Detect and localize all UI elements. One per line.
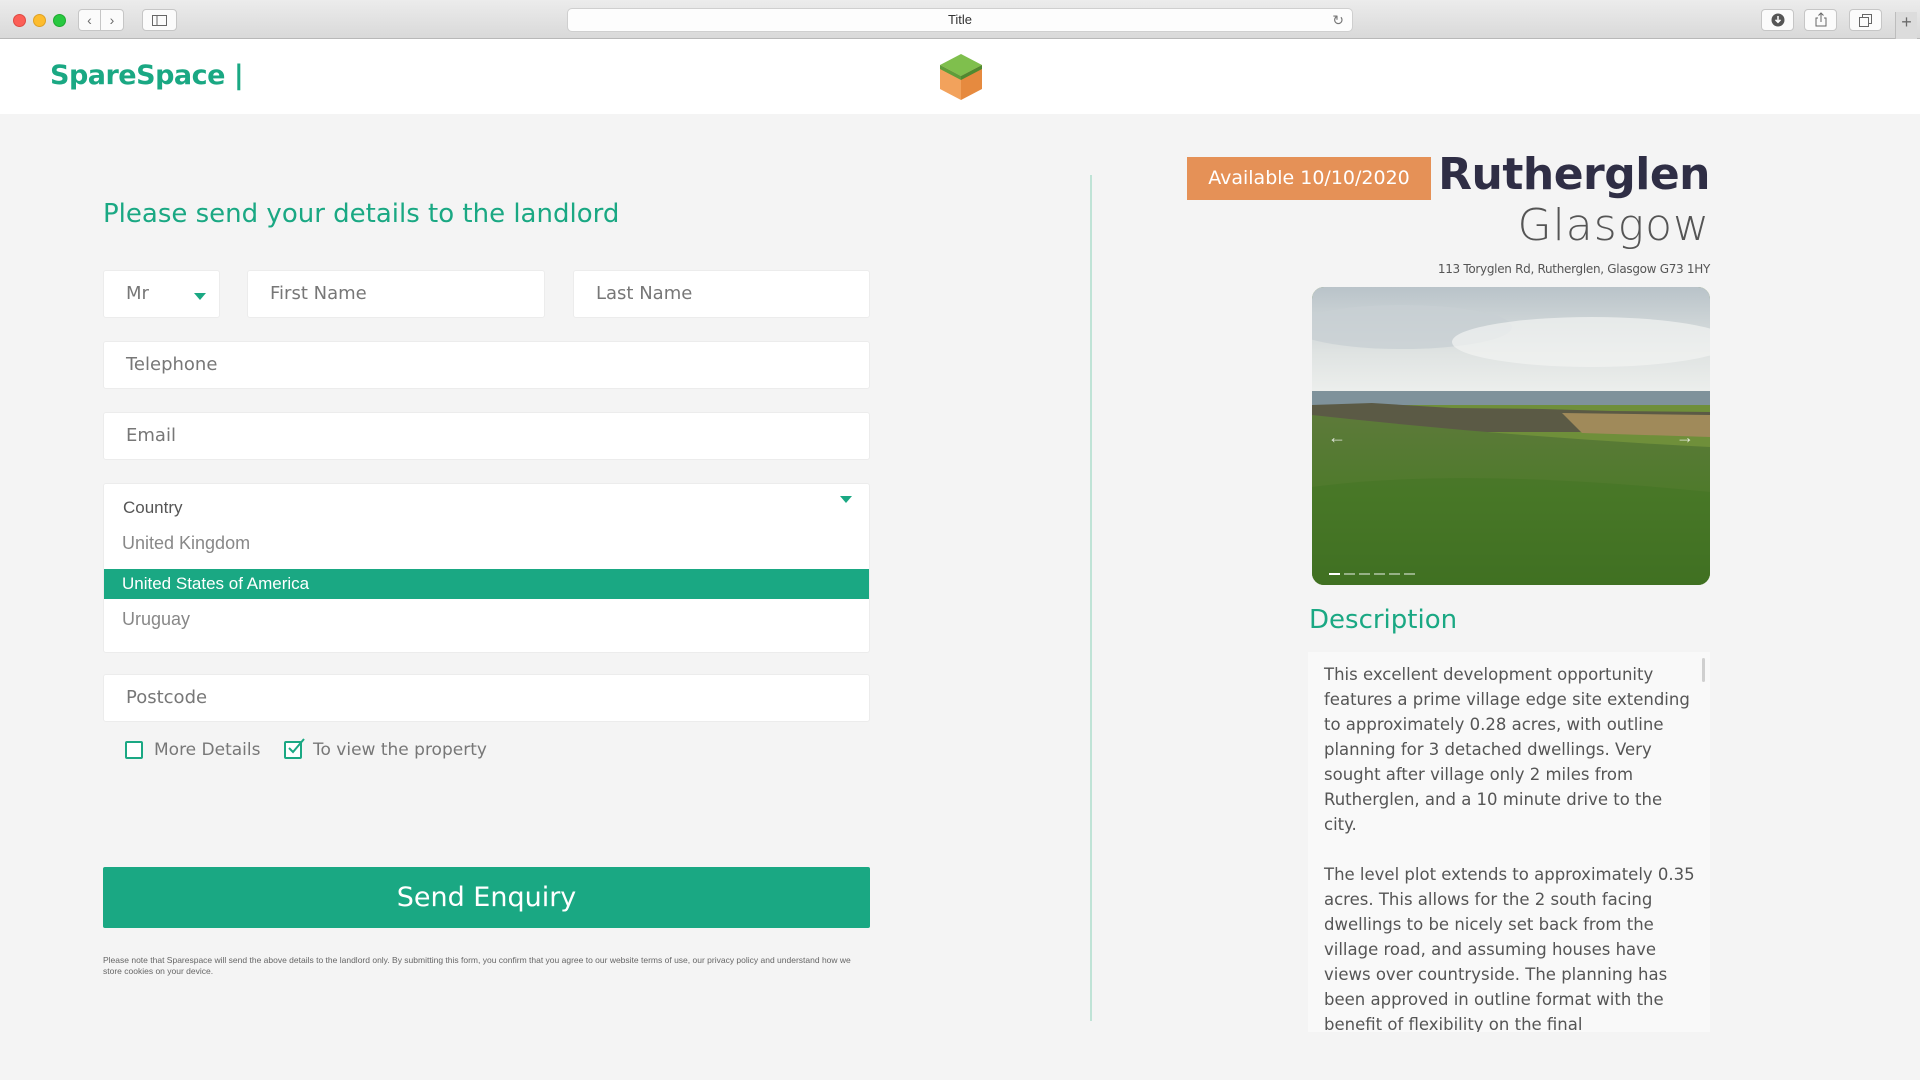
last-name-input[interactable]: Last Name (573, 270, 870, 318)
carousel-indicators (1329, 573, 1415, 575)
plus-icon: + (1901, 12, 1912, 32)
view-property-label: To view the property (313, 740, 487, 760)
country-label: Country (123, 498, 183, 517)
close-window-button[interactable] (13, 14, 26, 27)
description-paragraph: The level plot extends to approximately … (1324, 865, 1695, 1032)
carousel-next-icon[interactable]: → (1676, 427, 1694, 448)
more-details-checkbox[interactable]: More Details (125, 740, 260, 760)
minimize-window-button[interactable] (33, 14, 46, 27)
carousel-indicator[interactable] (1374, 573, 1385, 575)
caret-down-icon[interactable] (840, 496, 852, 503)
forward-button[interactable]: › (101, 9, 124, 31)
carousel-indicator[interactable] (1404, 573, 1415, 575)
country-option-selected[interactable]: United States of America (104, 569, 869, 599)
sidebar-icon (152, 15, 167, 26)
address-bar[interactable]: Title ↻ (567, 8, 1353, 32)
postcode-input[interactable]: Postcode (103, 674, 870, 722)
description-heading: Description (1309, 605, 1458, 635)
property-photo-carousel[interactable]: ← → (1312, 287, 1710, 585)
property-city: Glasgow (1517, 200, 1710, 251)
back-button[interactable]: ‹ (78, 9, 101, 31)
send-enquiry-button[interactable]: Send Enquiry (103, 867, 870, 928)
title-select-value: Mr (126, 283, 149, 304)
postcode-placeholder: Postcode (126, 687, 208, 708)
checkbox-unchecked[interactable] (125, 741, 143, 759)
property-name: Rutherglen (1438, 149, 1710, 200)
brand-logo[interactable]: SpareSpace | (50, 60, 244, 91)
description-scrollbar[interactable] (1702, 658, 1705, 682)
zoom-window-button[interactable] (53, 14, 66, 27)
caret-down-icon (194, 293, 206, 300)
carousel-indicator[interactable] (1389, 573, 1400, 575)
new-tab-button[interactable]: + (1895, 12, 1917, 39)
tabs-icon (1859, 14, 1872, 27)
browser-toolbar: ‹ › Title ↻ + (0, 0, 1920, 39)
download-icon (1771, 13, 1784, 27)
telephone-placeholder: Telephone (126, 354, 218, 375)
share-button[interactable] (1804, 9, 1837, 31)
form-heading: Please send your details to the landlord (103, 199, 620, 229)
downloads-button[interactable] (1761, 9, 1794, 31)
cube-logo-icon[interactable] (938, 52, 984, 102)
checkmark-icon (288, 738, 305, 754)
telephone-input[interactable]: Telephone (103, 341, 870, 389)
country-option[interactable]: United Kingdom (104, 528, 869, 558)
first-name-input[interactable]: First Name (247, 270, 545, 318)
carousel-indicator[interactable] (1359, 573, 1370, 575)
first-name-placeholder: First Name (270, 283, 367, 304)
page-title: Title (947, 12, 973, 27)
title-select[interactable]: Mr (103, 270, 220, 318)
disclaimer-text: Please note that Sparespace will send th… (103, 955, 851, 976)
country-option[interactable]: Uruguay (104, 604, 869, 634)
last-name-placeholder: Last Name (596, 283, 693, 304)
property-photo (1312, 287, 1710, 585)
email-placeholder: Email (126, 425, 176, 446)
carousel-indicator[interactable] (1344, 573, 1355, 575)
view-property-checkbox[interactable]: To view the property (284, 738, 487, 760)
site-header: SpareSpace | (0, 39, 1920, 114)
description-box[interactable]: This excellent development opportunity f… (1308, 652, 1710, 1032)
chevron-left-icon: ‹ (87, 12, 92, 28)
carousel-prev-icon[interactable]: ← (1328, 427, 1346, 448)
column-divider (1090, 175, 1092, 1021)
availability-badge: Available 10/10/2020 (1187, 157, 1431, 200)
more-details-label: More Details (154, 740, 261, 760)
country-select[interactable]: Country United Kingdom United States of … (103, 483, 870, 653)
email-input[interactable]: Email (103, 412, 870, 460)
share-icon (1815, 12, 1826, 27)
property-address: 113 Toryglen Rd, Rutherglen, Glasgow G73… (1437, 262, 1710, 276)
chevron-right-icon: › (109, 12, 115, 28)
carousel-indicator[interactable] (1329, 573, 1340, 575)
description-paragraph: This excellent development opportunity f… (1324, 665, 1690, 834)
checkbox-checked[interactable] (284, 738, 305, 759)
tab-overview-button[interactable] (1849, 9, 1882, 31)
sidebar-toggle-button[interactable] (142, 9, 177, 31)
reload-icon[interactable]: ↻ (1332, 9, 1344, 31)
